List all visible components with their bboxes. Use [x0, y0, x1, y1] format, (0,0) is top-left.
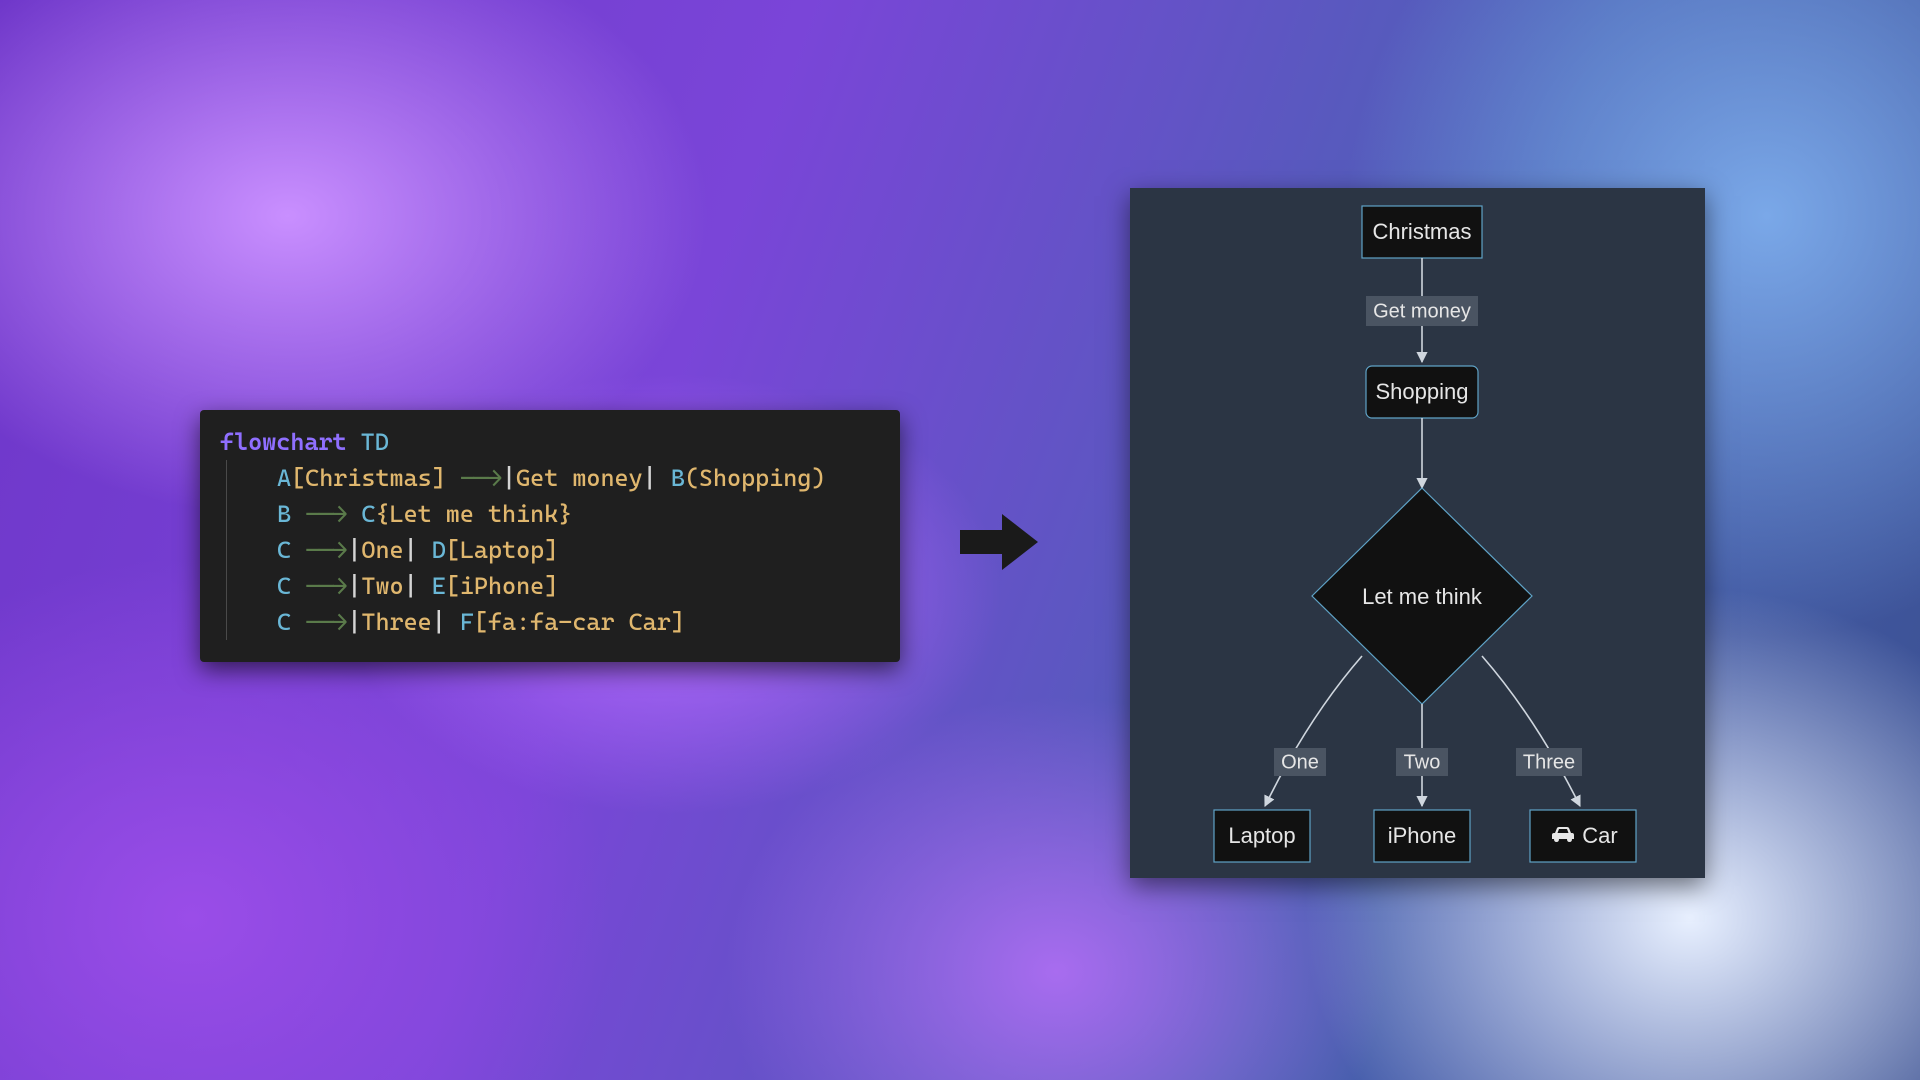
code-header-line: flowchart TD: [220, 424, 880, 460]
code-keyword: flowchart: [220, 428, 347, 456]
code-direction: TD: [361, 428, 389, 456]
node-iphone-label: iPhone: [1388, 823, 1457, 848]
edge-label-cf: Three: [1516, 748, 1582, 776]
code-line-2: B --> C{Let me think}: [277, 496, 880, 532]
edge-label-ce: Two: [1396, 748, 1448, 776]
node-iphone: iPhone: [1374, 810, 1470, 862]
svg-text:One: One: [1281, 751, 1319, 773]
node-laptop: Laptop: [1214, 810, 1310, 862]
diagram-panel: Christmas Get money Shopping Let me thin…: [1130, 188, 1705, 878]
code-body: A[Christmas] -->|Get money| B(Shopping) …: [226, 460, 880, 640]
svg-text:Three: Three: [1523, 751, 1575, 773]
edge-c-d: [1265, 656, 1362, 806]
node-shopping: Shopping: [1366, 366, 1478, 418]
edge-c-f: [1482, 656, 1580, 806]
arrow-icon: [960, 510, 1038, 574]
edge-label-ab: Get money: [1366, 296, 1478, 326]
svg-text:Get money: Get money: [1373, 300, 1471, 322]
node-car: Car: [1530, 810, 1636, 862]
node-shopping-label: Shopping: [1376, 379, 1469, 404]
edge-label-cd: One: [1274, 748, 1326, 776]
node-let-me-think: Let me think: [1312, 488, 1532, 704]
node-christmas-label: Christmas: [1372, 219, 1471, 244]
node-christmas: Christmas: [1362, 206, 1482, 258]
node-laptop-label: Laptop: [1228, 823, 1295, 848]
code-panel: flowchart TD A[Christmas] -->|Get money|…: [200, 410, 900, 662]
svg-text:Two: Two: [1404, 751, 1441, 773]
code-line-5: C -->|Three| F[fa:fa-car Car]: [277, 604, 880, 640]
code-line-1: A[Christmas] -->|Get money| B(Shopping): [277, 460, 880, 496]
code-line-4: C -->|Two| E[iPhone]: [277, 568, 880, 604]
node-car-label: Car: [1582, 823, 1617, 848]
node-let-me-think-label: Let me think: [1362, 584, 1483, 609]
code-line-3: C -->|One| D[Laptop]: [277, 532, 880, 568]
